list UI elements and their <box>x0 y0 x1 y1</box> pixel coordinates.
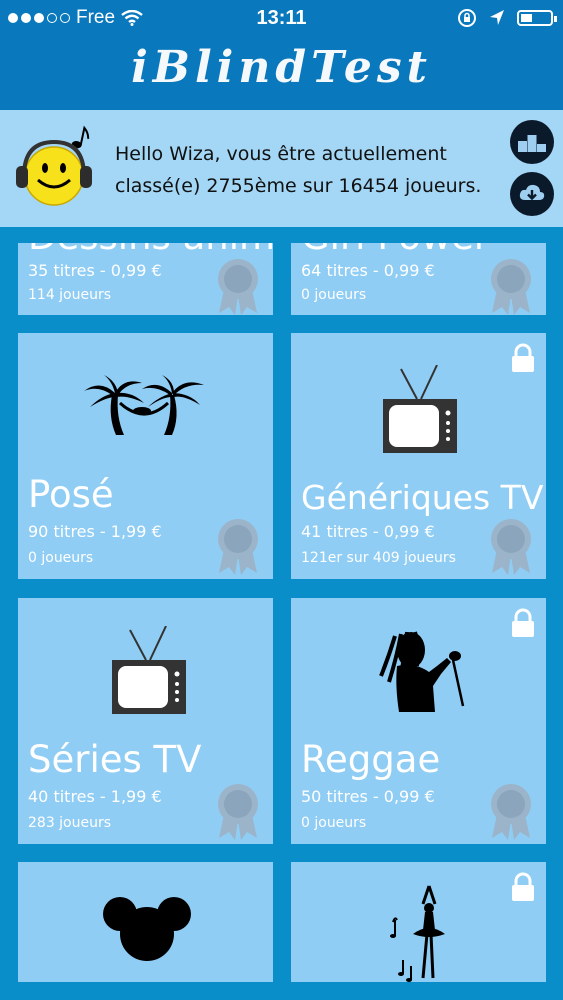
palm-trees-hammock-icon <box>84 375 204 435</box>
cloud-download-icon <box>519 184 545 201</box>
lock-icon <box>512 343 534 372</box>
medal-icon <box>218 519 258 575</box>
category-tile-dessins-animes[interactable]: Dessins animés 35 titres - 0,99 € 114 jo… <box>18 243 273 315</box>
status-bar: Free 13:11 <box>0 0 563 36</box>
podium-icon <box>518 135 546 152</box>
tile-players: 0 joueurs <box>301 815 367 831</box>
tile-price: 35 titres - 0,99 € <box>28 261 162 280</box>
tile-title: Girl Power <box>301 243 489 258</box>
tile-players: 0 joueurs <box>301 287 367 303</box>
tv-icon <box>383 365 457 453</box>
ranking-message: Hello Wiza, vous être actuellement class… <box>115 143 482 197</box>
tile-players: 114 joueurs <box>28 287 112 303</box>
tile-title: Reggae <box>301 738 441 781</box>
category-tile-series-tv[interactable]: Séries TV 40 titres - 1,99 € 283 joueurs <box>18 598 273 844</box>
tile-price: 64 titres - 0,99 € <box>301 261 435 280</box>
tile-price: 50 titres - 0,99 € <box>301 787 435 806</box>
category-tile-disney[interactable] <box>18 862 273 982</box>
lock-icon <box>512 608 534 637</box>
category-tile-pose[interactable]: Posé 90 titres - 1,99 € 0 joueurs <box>18 333 273 579</box>
location-icon <box>490 10 504 25</box>
medal-icon <box>491 519 531 575</box>
medal-icon <box>491 784 531 840</box>
tile-price: 90 titres - 1,99 € <box>28 522 162 541</box>
battery-icon <box>517 10 557 26</box>
medal-icon <box>491 259 531 315</box>
download-button[interactable] <box>510 172 554 216</box>
mickey-ears-icon <box>103 897 191 961</box>
reggae-singer-icon <box>379 631 465 712</box>
medal-icon <box>218 784 258 840</box>
nav-bar: iBlindTest <box>0 36 563 110</box>
tile-title: Génériques TV <box>301 478 544 517</box>
rotation-lock-icon <box>458 9 476 27</box>
smiley-headphones-icon <box>16 125 92 206</box>
category-tile-girl-power[interactable]: Girl Power 64 titres - 0,99 € 0 joueurs <box>291 243 546 315</box>
app-title: iBlindTest <box>131 42 432 93</box>
tile-players: 121er sur 409 joueurs <box>301 550 456 566</box>
tile-title: Posé <box>28 473 114 516</box>
ranking-button[interactable] <box>510 120 554 164</box>
category-tile-generiques-tv[interactable]: Génériques TV 41 titres - 0,99 € 121er s… <box>291 333 546 579</box>
tile-price: 41 titres - 0,99 € <box>301 522 435 541</box>
medal-icon <box>218 259 258 315</box>
tile-players: 0 joueurs <box>28 550 94 566</box>
lock-icon <box>512 872 534 901</box>
category-tile-ballet[interactable] <box>291 862 546 982</box>
tile-title: Séries TV <box>28 738 202 781</box>
tile-players: 283 joueurs <box>28 815 112 831</box>
ballerina-icon <box>390 885 445 982</box>
tile-price: 40 titres - 1,99 € <box>28 787 162 806</box>
tv-icon <box>112 626 186 714</box>
category-tile-reggae[interactable]: Reggae 50 titres - 0,99 € 0 joueurs <box>291 598 546 844</box>
status-icons <box>457 8 557 28</box>
